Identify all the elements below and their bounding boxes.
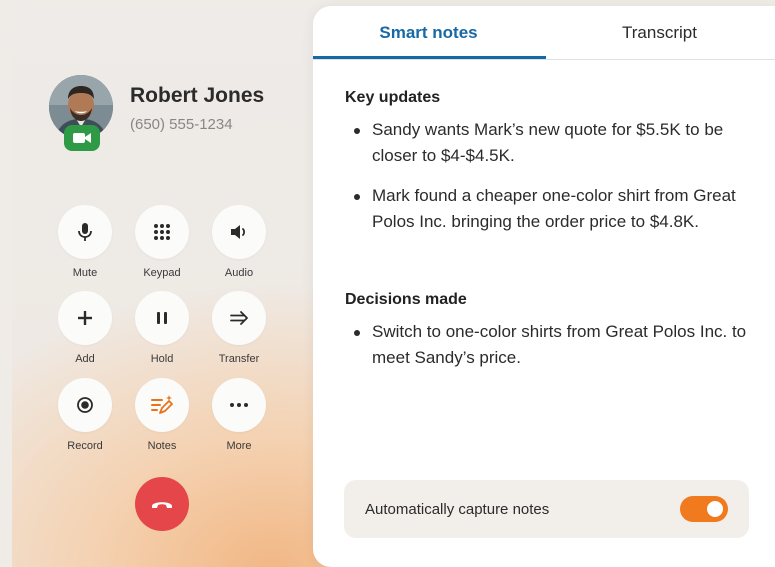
notes-icon — [151, 395, 173, 414]
record-button[interactable]: Record — [58, 378, 112, 452]
speaker-icon — [231, 225, 246, 239]
list-item: Mark found a cheaper one-color shirt fro… — [345, 183, 760, 235]
notes-panel: Smart notes Transcript Key updates Sandy… — [313, 6, 775, 567]
decisions-heading: Decisions made — [345, 291, 467, 308]
hold-button[interactable]: Hold — [135, 291, 189, 365]
add-label: Add — [75, 353, 95, 365]
add-call-button[interactable]: Add — [58, 291, 112, 365]
auto-capture-setting: Automatically capture notes — [344, 480, 749, 538]
tab-smart-notes[interactable]: Smart notes — [313, 6, 544, 59]
key-updates-list: Sandy wants Mark’s new quote for $5.5K t… — [345, 117, 760, 249]
list-item: Sandy wants Mark’s new quote for $5.5K t… — [345, 117, 760, 169]
caller-number: (650) 555-1234 — [130, 116, 233, 133]
end-call-button[interactable] — [135, 477, 189, 531]
caller-name: Robert Jones — [130, 84, 265, 107]
notes-button[interactable]: Notes — [135, 378, 189, 452]
list-item: Switch to one-color shirts from Great Po… — [345, 319, 760, 371]
auto-capture-label: Automatically capture notes — [365, 500, 550, 518]
microphone-icon — [78, 223, 92, 241]
transfer-label: Transfer — [218, 353, 260, 365]
notes-label: Notes — [147, 440, 177, 452]
record-label: Record — [67, 440, 103, 452]
call-panel: Robert Jones (650) 555-1234 Mute Keypad — [12, 10, 352, 567]
video-camera-icon — [73, 133, 91, 143]
record-icon — [77, 397, 93, 413]
audio-button[interactable]: Audio — [212, 205, 266, 279]
auto-capture-toggle[interactable] — [680, 496, 728, 522]
hang-up-phone-icon — [152, 502, 172, 508]
more-dots-icon — [230, 403, 248, 407]
keypad-icon — [154, 224, 170, 240]
mute-button[interactable]: Mute — [58, 205, 112, 279]
audio-label: Audio — [224, 267, 254, 279]
key-updates-heading: Key updates — [345, 89, 441, 106]
hold-label: Hold — [150, 353, 174, 365]
mute-label: Mute — [72, 267, 98, 279]
plus-icon — [78, 311, 92, 325]
decisions-list: Switch to one-color shirts from Great Po… — [345, 319, 760, 385]
pause-icon — [157, 312, 167, 324]
transfer-button[interactable]: Transfer — [212, 291, 266, 365]
keypad-button[interactable]: Keypad — [135, 205, 189, 279]
tab-bar: Smart notes Transcript — [313, 6, 775, 60]
tab-transcript[interactable]: Transcript — [544, 6, 775, 59]
transfer-arrow-icon — [230, 311, 248, 325]
toggle-knob — [707, 501, 723, 517]
active-tab-indicator — [313, 56, 546, 59]
more-label: More — [226, 440, 252, 452]
video-call-badge[interactable] — [64, 125, 100, 151]
more-button[interactable]: More — [212, 378, 266, 452]
keypad-label: Keypad — [143, 267, 181, 279]
